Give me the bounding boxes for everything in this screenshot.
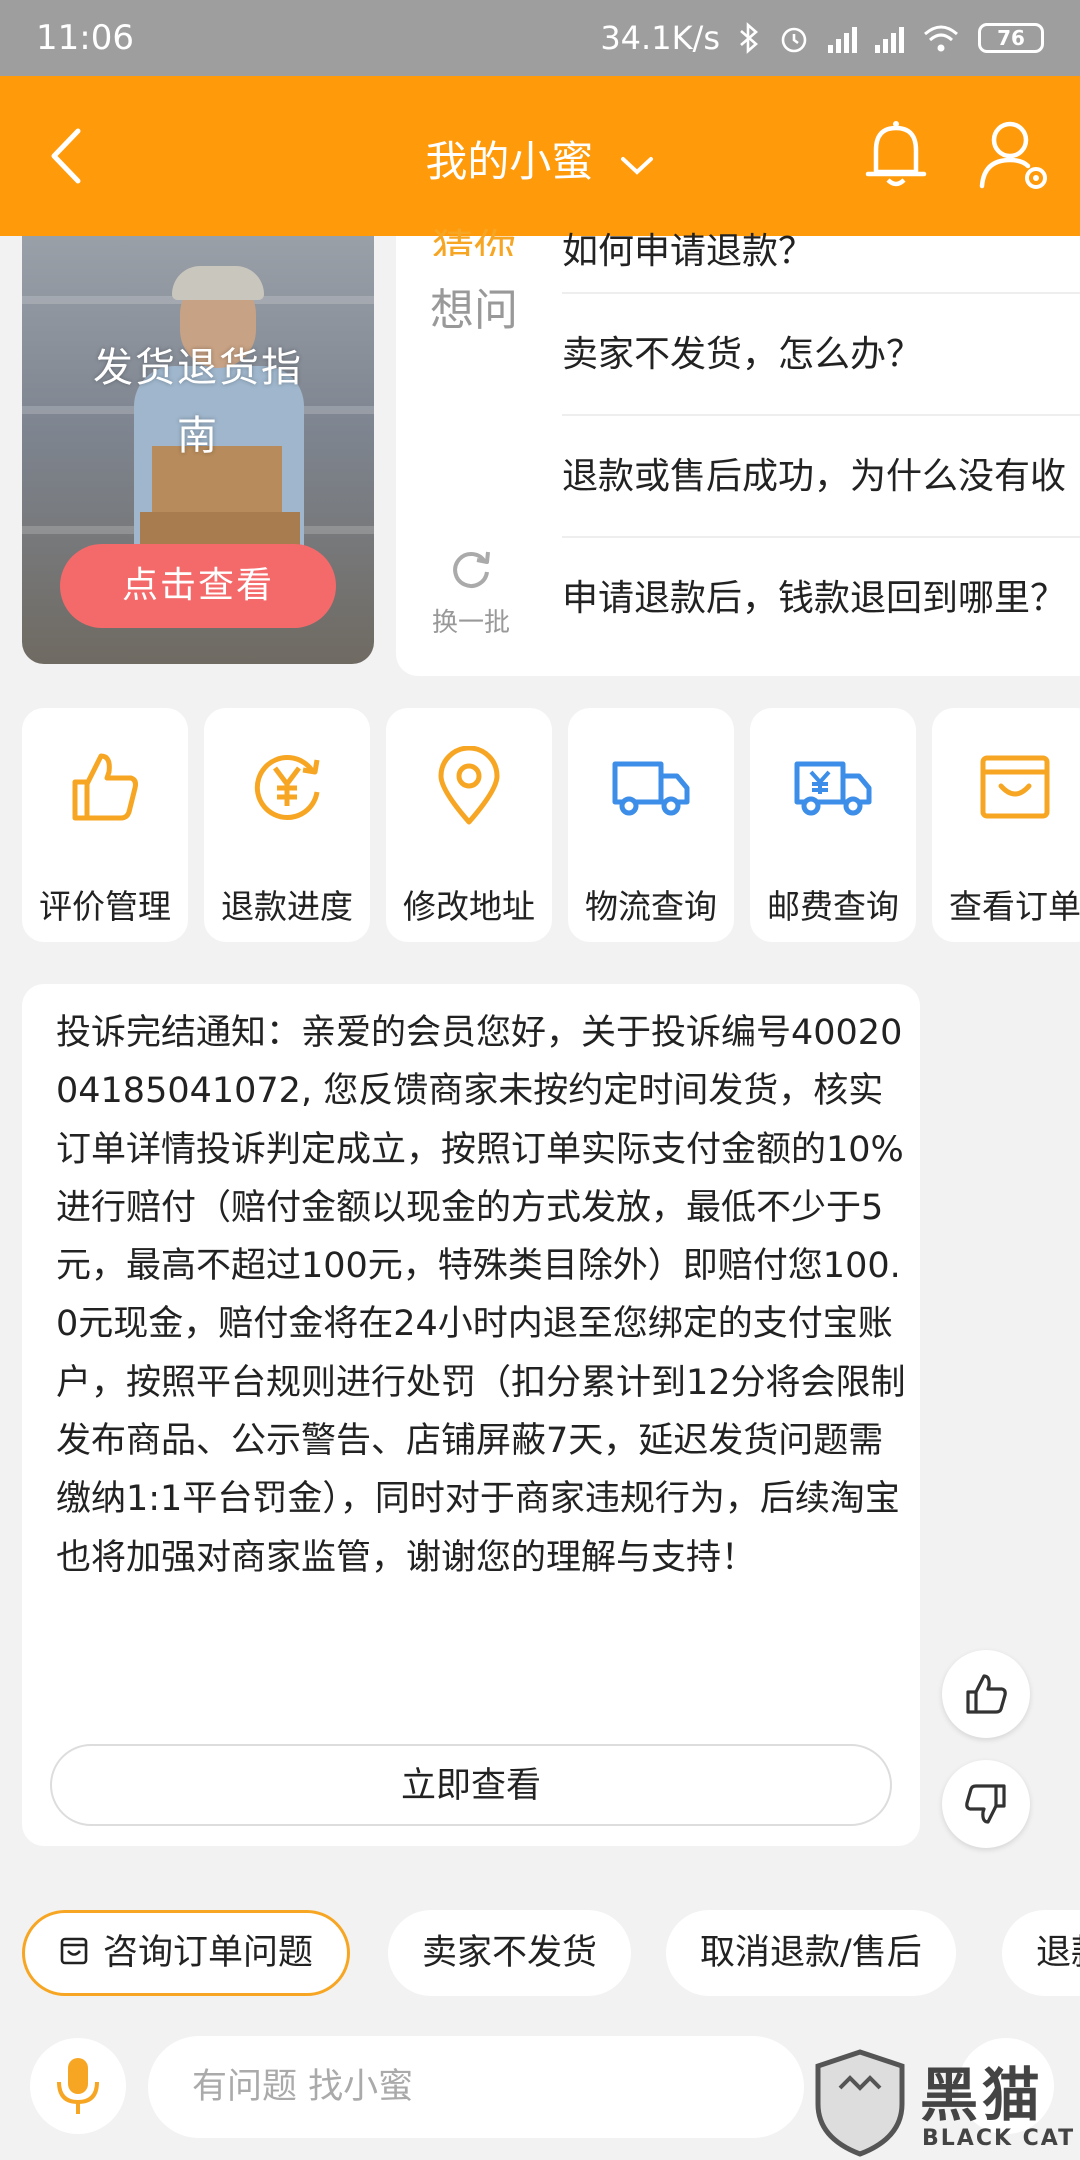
location-pin-icon [438, 746, 500, 825]
page: 11:06 34.1K/s 76 我的小蜜 发货退货指南 点击查看 猜你 想问 … [0, 0, 1080, 2160]
faq-item[interactable]: 申请退款后，钱款退回到哪里？ [562, 538, 1080, 660]
guess-you-ask-card: 猜你 想问 换一批 如何申请退款？ 卖家不发货，怎么办？ 退款或售后成功，为什么… [396, 226, 1080, 676]
quick-question-chips: 咨询订单问题 卖家不发货 取消退款/售后 退款 [0, 1906, 1080, 2004]
status-icons: 34.1K/s 76 [600, 19, 1044, 57]
network-speed: 34.1K/s [600, 19, 720, 57]
microphone-icon [57, 2058, 99, 2114]
chip-order-question[interactable]: 咨询订单问题 [22, 1910, 351, 1996]
guess-label-2: 想问 [430, 285, 518, 336]
watermark-text: 黑猫 [920, 2061, 1045, 2129]
quick-tools-row: 评价管理 退款进度 修改地址 物流查询 邮费查询 查看订单 [22, 708, 1080, 944]
chip-seller-not-ship[interactable]: 卖家不发货 [388, 1910, 632, 1996]
tool-label: 评价管理 [39, 887, 171, 926]
shield-logo-icon [815, 2049, 905, 2157]
bluetooth-icon [740, 22, 758, 54]
truck-icon [612, 761, 690, 816]
black-cat-watermark: 黑猫 BLACK CAT [810, 2040, 1080, 2160]
chevron-down-icon [620, 156, 653, 175]
voice-input-button[interactable] [30, 2038, 126, 2134]
guide-title: 发货退货指南 [93, 345, 303, 459]
chip-refund[interactable]: 退款 [1002, 1910, 1080, 1996]
delivery-person-cap [172, 266, 264, 300]
refresh-label: 换一批 [431, 608, 510, 638]
dislike-button[interactable] [942, 1760, 1030, 1848]
tool-refund-progress[interactable]: 退款进度 [204, 708, 370, 942]
faq-list: 如何申请退款？ 卖家不发货，怎么办？ 退款或售后成功，为什么没有收 申请退款后，… [562, 232, 1080, 660]
guess-label: 猜你 [432, 226, 517, 256]
watermark-subtext: BLACK CAT [922, 2126, 1076, 2151]
status-bar: 11:06 34.1K/s 76 [0, 0, 1080, 76]
view-guide-button[interactable]: 点击查看 [60, 544, 336, 628]
refresh-icon [453, 551, 490, 588]
battery-icon: 76 [978, 23, 1044, 53]
alarm-icon [781, 27, 807, 53]
tool-view-orders[interactable]: 查看订单 [932, 708, 1080, 942]
app-header: 我的小蜜 [0, 76, 1080, 236]
like-button[interactable] [942, 1650, 1030, 1738]
thumbs-up-icon [72, 753, 138, 821]
tool-label: 邮费查询 [767, 887, 899, 926]
yen-truck-icon [794, 761, 872, 816]
signal-hd-icon [875, 23, 904, 53]
order-bag-icon [980, 755, 1050, 819]
chip-label: 咨询订单问题 [103, 1933, 314, 1973]
faq-item[interactable]: 退款或售后成功，为什么没有收 [562, 416, 1080, 538]
question-input[interactable] [148, 2036, 804, 2138]
faq-item[interactable]: 卖家不发货，怎么办？ [562, 294, 1080, 416]
complaint-notice-message: 投诉完结通知：亲爱的会员您好，关于投诉编号4002004185041072, 您… [22, 984, 920, 1846]
user-settings-icon[interactable] [978, 116, 1054, 196]
chip-cancel-refund[interactable]: 取消退款/售后 [666, 1910, 956, 1996]
message-text: 投诉完结通知：亲爱的会员您好，关于投诉编号4002004185041072, 您… [56, 1013, 906, 1578]
tool-review-management[interactable]: 评价管理 [22, 708, 188, 942]
shipping-return-guide-card[interactable]: 发货退货指南 点击查看 [22, 236, 374, 664]
yen-refresh-icon [254, 755, 320, 820]
page-title: 我的小蜜 [425, 137, 594, 186]
view-now-button[interactable]: 立即查看 [50, 1744, 892, 1826]
tool-label: 物流查询 [585, 887, 717, 926]
thumbs-up-icon [966, 1674, 1007, 1714]
status-time: 11:06 [36, 18, 134, 58]
tool-logistics-query[interactable]: 物流查询 [568, 708, 734, 942]
signal-icon [828, 23, 857, 53]
tool-label: 修改地址 [403, 887, 535, 926]
thumbs-down-icon [965, 1784, 1006, 1824]
tool-label: 查看订单 [949, 887, 1080, 926]
tool-edit-address[interactable]: 修改地址 [386, 708, 552, 942]
faq-item[interactable]: 如何申请退款？ [562, 232, 1080, 294]
tool-postage-query[interactable]: 邮费查询 [750, 708, 916, 942]
refresh-batch-button[interactable]: 换一批 [426, 544, 516, 639]
tool-label: 退款进度 [221, 887, 353, 926]
bell-icon[interactable] [864, 116, 928, 192]
order-icon [60, 1937, 88, 1965]
wifi-icon [924, 25, 958, 52]
